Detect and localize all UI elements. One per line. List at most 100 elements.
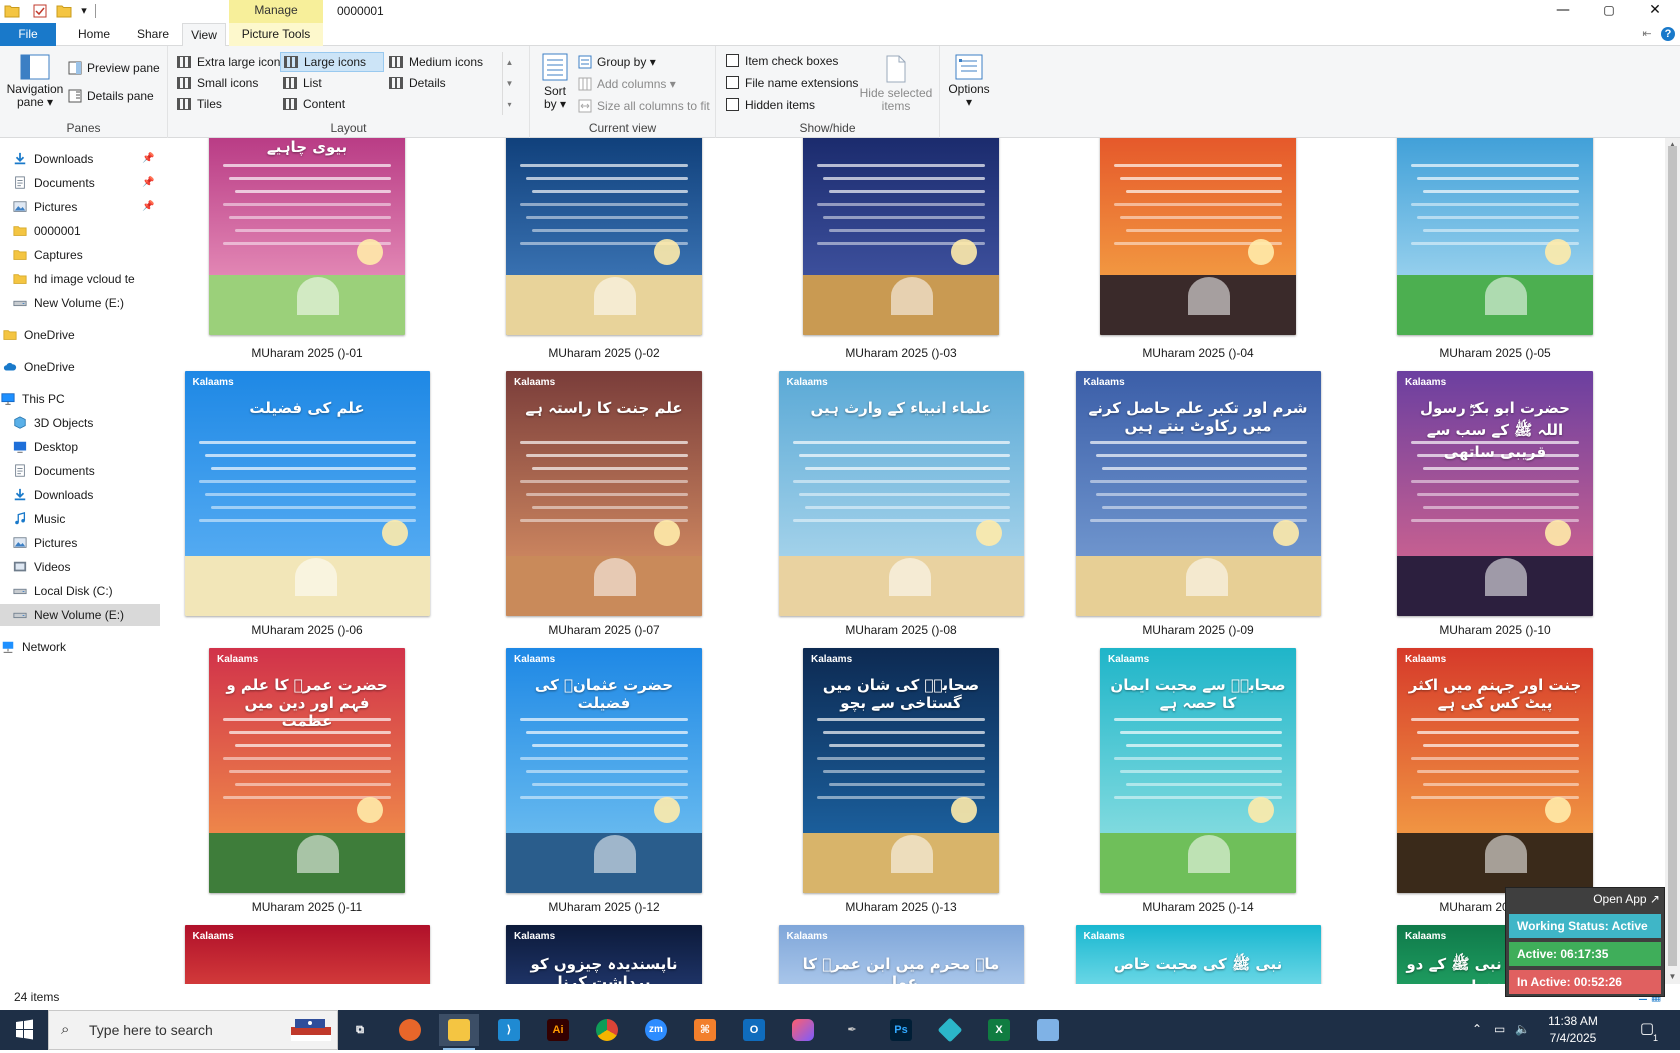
checkbox-box[interactable] xyxy=(726,76,739,89)
nav-item[interactable]: Pictures 📌 xyxy=(0,196,160,218)
nav-item[interactable]: Local Disk (C:) xyxy=(0,580,160,602)
taskbar-vscode[interactable]: ⟩ xyxy=(489,1014,529,1046)
group-by-button[interactable]: Group by ▾ xyxy=(578,52,656,72)
taskbar-file-explorer[interactable] xyxy=(439,1014,479,1050)
hide-selected-items-button[interactable]: Hide selected items xyxy=(858,54,934,113)
file-name[interactable]: MUharam 2025 ()-01 xyxy=(177,346,437,360)
tab-picture-tools[interactable]: Picture Tools xyxy=(229,23,323,46)
hidden-items-checkbox[interactable]: Hidden items xyxy=(726,95,815,115)
size-columns-button[interactable]: Size all columns to fit xyxy=(578,96,710,116)
layout-list[interactable]: List xyxy=(280,73,384,93)
minimize-button[interactable]: — xyxy=(1540,0,1586,23)
tab-home[interactable]: Home xyxy=(64,23,124,46)
file-thumbnail[interactable]: Kalaams ماہ محرم میں ابن عمرؓ کا عمل xyxy=(778,925,1024,984)
nav-item[interactable]: Desktop xyxy=(0,436,160,458)
chevron-up-icon[interactable]: ▲ xyxy=(503,52,516,73)
file-name[interactable]: MUharam 2025 ()-14 xyxy=(1068,900,1328,914)
close-button[interactable]: ✕ xyxy=(1632,0,1678,23)
chevron-down-icon[interactable]: ▼ xyxy=(503,73,516,94)
nav-item[interactable]: Documents xyxy=(0,460,160,482)
preview-pane-button[interactable]: Preview pane xyxy=(68,58,160,78)
file-thumbnail[interactable] xyxy=(1100,138,1296,335)
nav-item[interactable]: Pictures xyxy=(0,532,160,554)
file-name[interactable]: MUharam 2025 ()-02 xyxy=(474,346,734,360)
tab-view[interactable]: View xyxy=(182,23,226,47)
options-button[interactable]: Options ▾ xyxy=(944,54,994,109)
maximize-button[interactable]: ▢ xyxy=(1586,0,1632,23)
file-name[interactable]: MUharam 2025 ()-07 xyxy=(474,623,734,637)
task-view-button[interactable]: ⧉ xyxy=(340,1014,380,1046)
nav-item[interactable]: Network xyxy=(0,636,160,658)
nav-item[interactable]: 3D Objects xyxy=(0,412,160,434)
taskbar-pen-tool[interactable]: ✒ xyxy=(832,1014,872,1046)
taskbar-app[interactable]: ⌘ xyxy=(685,1014,725,1046)
taskbar-clock[interactable]: 11:38 AM 7/4/2025 xyxy=(1538,1013,1608,1047)
taskbar-outlook[interactable]: O xyxy=(734,1014,774,1046)
scroll-down-icon[interactable]: ▼ xyxy=(1665,970,1680,984)
file-thumbnail[interactable]: Kalaams علم جنت کا راستہ ہے xyxy=(506,371,702,616)
file-thumbnail[interactable]: Kalaams xyxy=(184,925,430,984)
nav-item[interactable]: Downloads xyxy=(0,484,160,506)
help-icon[interactable]: ? xyxy=(1661,27,1675,41)
tab-file[interactable]: File xyxy=(0,23,56,46)
file-name[interactable]: MUharam 2025 ()-05 xyxy=(1365,346,1625,360)
nav-item[interactable]: 0000001 xyxy=(0,220,160,242)
file-thumbnail[interactable]: Kalaams صحابہؓ کی شان میں گستاخی سے بچو xyxy=(803,648,999,893)
nav-item[interactable]: Captures xyxy=(0,244,160,266)
nav-item[interactable]: Music xyxy=(0,508,160,530)
file-name[interactable]: MUharam 2025 ()-06 xyxy=(177,623,437,637)
file-name[interactable]: MUharam 2025 ()-12 xyxy=(474,900,734,914)
file-thumbnail[interactable] xyxy=(506,138,702,335)
details-pane-button[interactable]: Details pane xyxy=(68,86,154,106)
add-columns-button[interactable]: Add columns ▾ xyxy=(578,74,676,94)
file-thumbnail[interactable]: Kalaams علماء انبیاء کے وارث ہیں xyxy=(778,371,1024,616)
nav-item[interactable]: Videos xyxy=(0,556,160,578)
layout-medium-icons[interactable]: Medium icons xyxy=(386,52,496,72)
nav-item[interactable]: Documents 📌 xyxy=(0,172,160,194)
nav-item[interactable]: OneDrive xyxy=(0,324,160,346)
properties-icon[interactable] xyxy=(32,3,48,19)
file-thumbnail[interactable] xyxy=(1397,138,1593,335)
nav-item[interactable]: This PC xyxy=(0,388,160,410)
notification-center-icon[interactable]: ▢ 1 xyxy=(1636,1019,1658,1043)
sort-by-button[interactable]: Sort by ▾ xyxy=(536,52,574,111)
taskbar-app-2[interactable] xyxy=(930,1014,970,1046)
taskbar-firefox[interactable] xyxy=(390,1014,430,1046)
expand-gallery-icon[interactable]: ▾ xyxy=(503,94,516,115)
file-thumbnail[interactable]: بیوی چاہیے xyxy=(209,138,405,335)
customize-quick-access-icon[interactable]: ▾ xyxy=(76,3,92,19)
layout-details[interactable]: Details xyxy=(386,73,496,93)
file-thumbnail[interactable]: Kalaams ناپسندیدہ چیزوں کو برداشت کرنا xyxy=(506,925,702,984)
file-thumbnail[interactable]: Kalaams علم کی فضیلت xyxy=(184,371,430,616)
file-name[interactable]: MUharam 2025 ()-11 xyxy=(177,900,437,914)
file-name[interactable]: MUharam 2025 ()-08 xyxy=(771,623,1031,637)
start-button[interactable] xyxy=(0,1010,48,1050)
checkbox-box[interactable] xyxy=(726,54,739,67)
nav-item[interactable]: New Volume (E:) xyxy=(0,292,160,314)
taskbar-search[interactable]: ⌕ Type here to search xyxy=(48,1010,338,1050)
file-name-extensions-checkbox[interactable]: File name extensions xyxy=(726,73,858,93)
content-scrollbar[interactable]: ▲ ▼ xyxy=(1665,138,1680,984)
file-thumbnail[interactable]: Kalaams صحابہؓ سے محبت ایمان کا حصہ ہے xyxy=(1100,648,1296,893)
file-thumbnail[interactable]: Kalaams جنت اور جہنم میں اکثر پیٹ کس کی ہ… xyxy=(1397,648,1593,893)
file-thumbnail[interactable]: Kalaams حضرت عمرؓ کا علم و فہم اور دین می… xyxy=(209,648,405,893)
layout-extra-large-icons[interactable]: Extra large icons xyxy=(174,52,286,72)
file-name[interactable]: MUharam 2025 ()-04 xyxy=(1068,346,1328,360)
layout-tiles[interactable]: Tiles xyxy=(174,94,278,114)
nav-item[interactable]: hd image vcloud te xyxy=(0,268,160,290)
taskbar-chrome[interactable] xyxy=(587,1014,627,1046)
volume-icon[interactable]: 🔈 xyxy=(1515,1022,1530,1036)
pin-ribbon-icon[interactable]: ⇤ xyxy=(1640,27,1654,41)
file-thumbnail[interactable]: Kalaams نبی ﷺ کی محبت خاص xyxy=(1075,925,1321,984)
show-hidden-icons[interactable]: ⌃ xyxy=(1472,1022,1482,1036)
layout-content[interactable]: Content xyxy=(280,94,384,114)
open-app-link[interactable]: Open App ↗ xyxy=(1593,892,1660,906)
file-name[interactable]: MUharam 2025 ()-10 xyxy=(1365,623,1625,637)
file-name[interactable]: MUharam 2025 ()-09 xyxy=(1068,623,1328,637)
new-folder-icon[interactable] xyxy=(56,3,72,19)
tab-share[interactable]: Share xyxy=(124,23,182,46)
layout-gallery-scroll[interactable]: ▲ ▼ ▾ xyxy=(502,52,516,115)
taskbar-illustrator[interactable]: Ai xyxy=(538,1014,578,1046)
file-thumbnail[interactable]: Kalaams شرم اور تکبر علم حاصل کرنے میں رک… xyxy=(1075,371,1321,616)
checkbox-box[interactable] xyxy=(726,98,739,111)
